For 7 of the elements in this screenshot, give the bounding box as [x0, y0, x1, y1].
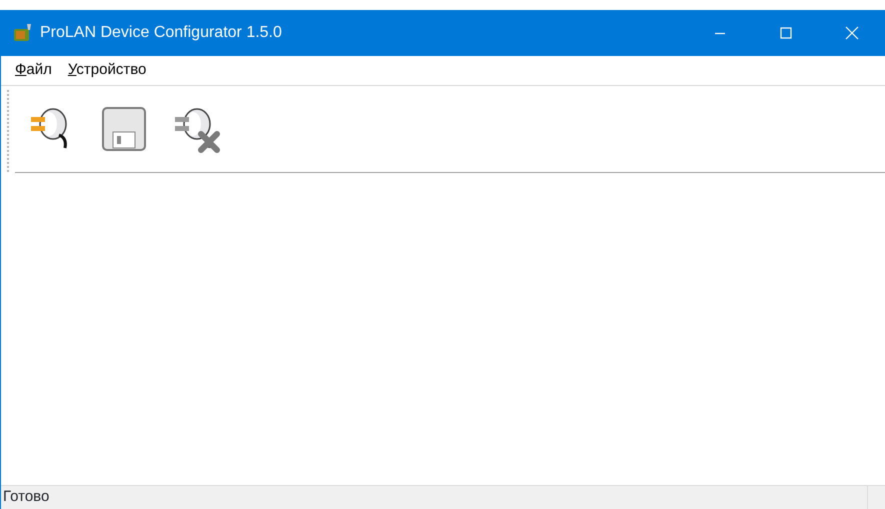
menu-item[interactable]: Файл	[11, 59, 56, 82]
close-icon	[845, 26, 859, 40]
status-text: Готово	[2, 487, 50, 508]
menu-item[interactable]: Устройство	[64, 59, 150, 82]
app-icon	[12, 22, 34, 44]
maximize-icon	[780, 27, 792, 39]
window-title: ProLAN Device Configurator 1.5.0	[40, 23, 282, 43]
